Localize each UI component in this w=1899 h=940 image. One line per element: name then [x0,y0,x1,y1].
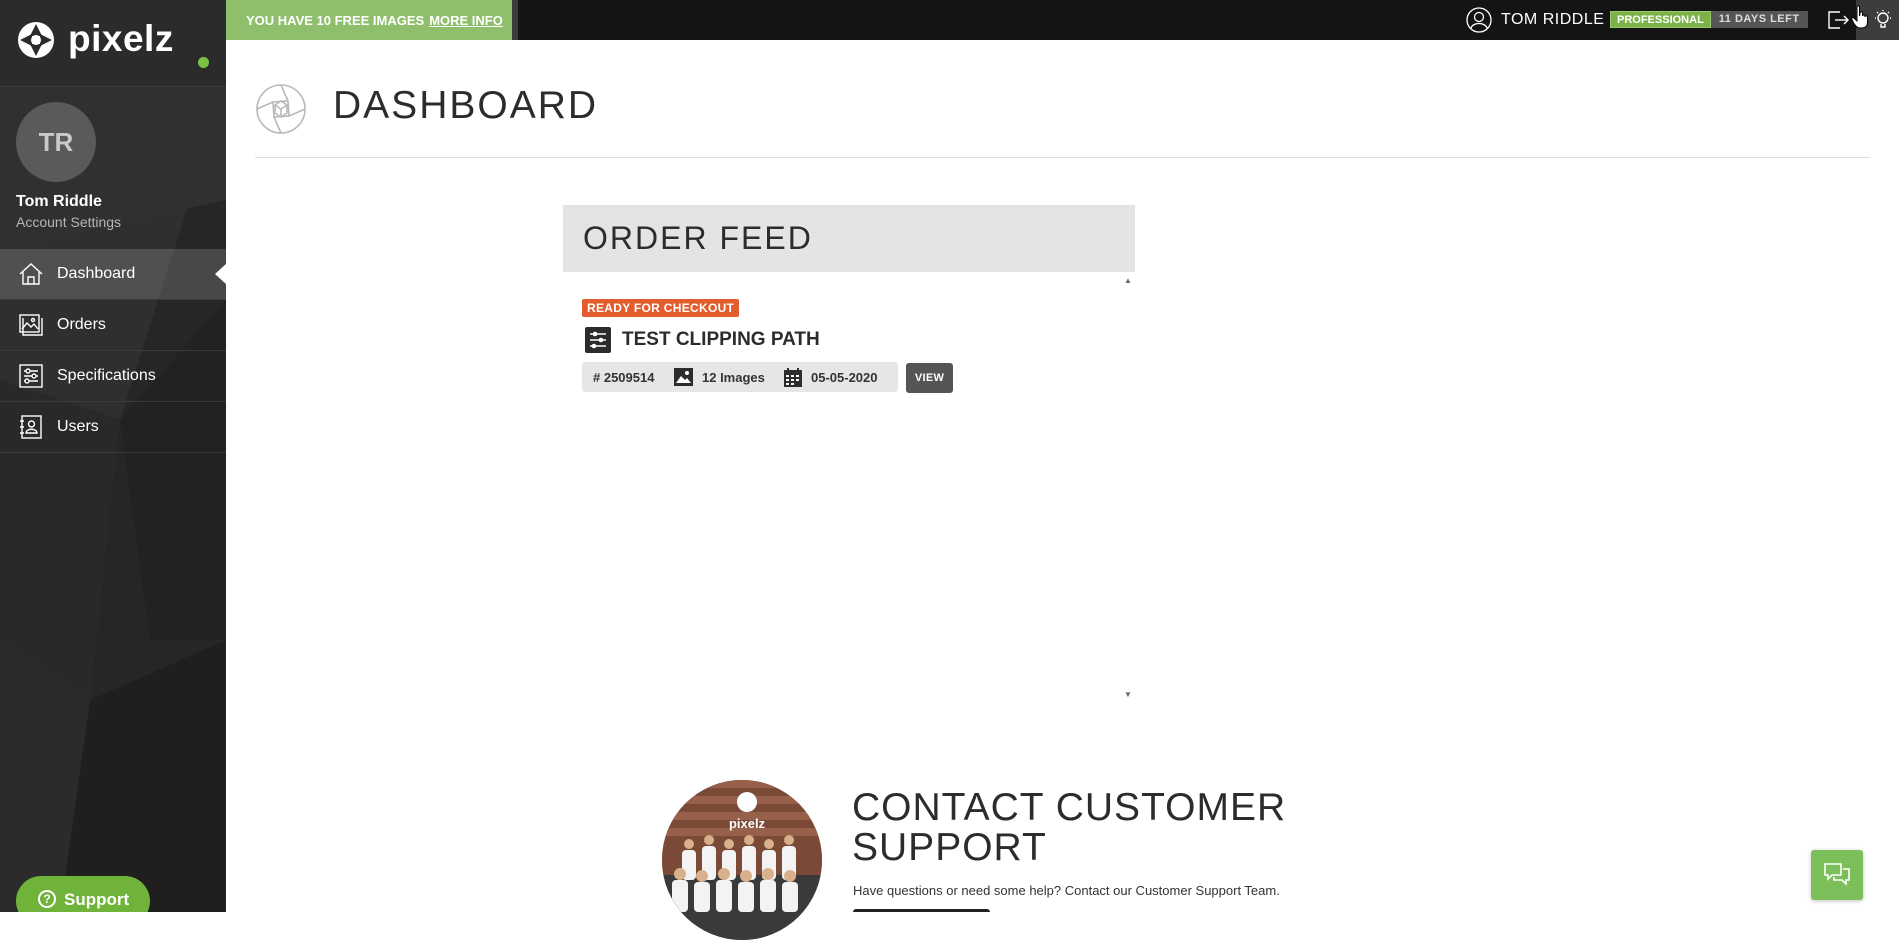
logout-icon[interactable] [1826,8,1850,37]
scroll-up-arrow-icon[interactable]: ▲ [1124,276,1132,285]
banner-divider [512,0,518,40]
header-divider [255,157,1870,158]
order-title[interactable]: TEST CLIPPING PATH [622,329,820,351]
calendar-icon [784,368,802,390]
sliders-icon [18,363,44,389]
sidebar-nav: Dashboard Orders Specifications Users [0,249,226,453]
dashboard-logo-icon [255,83,307,140]
live-chat-button[interactable] [1811,850,1863,900]
chat-bubbles-icon [1824,863,1850,886]
photo-sign-text: pixelz [729,816,766,831]
online-status-dot [198,57,209,68]
order-meta: # 2509514 12 Images 05-05-2020 [582,362,898,392]
support-team-photo: pixelz [662,780,822,940]
scroll-down-arrow-icon[interactable]: ▼ [1124,690,1132,699]
logo-bar: pixelz [0,0,226,87]
home-icon [18,261,44,287]
order-image-count: 12 Images [702,370,765,385]
contact-support-title: CONTACT CUSTOMER SUPPORT [852,786,1287,869]
user-icon[interactable] [1466,7,1492,38]
more-info-link[interactable]: MORE INFO [429,13,503,28]
order-feed-title: ORDER FEED [583,220,813,256]
sidebar: pixelz TR Tom Riddle Account Settings Da… [0,0,226,912]
sidebar-item-orders[interactable]: Orders [0,300,226,351]
images-icon [18,312,44,338]
sidebar-item-specifications[interactable]: Specifications [0,351,226,402]
top-bar: YOU HAVE 10 FREE IMAGES MORE INFO TOM RI… [226,0,1899,40]
contact-book-icon [18,414,44,440]
avatar[interactable]: TR [16,102,96,182]
account-settings-link[interactable]: Account Settings [16,214,121,230]
lightbulb-icon [1875,10,1891,28]
active-indicator [215,264,226,284]
sidebar-item-label: Dashboard [57,265,136,282]
hand-cursor-icon [1851,5,1869,34]
order-date: 05-05-2020 [811,370,878,385]
support-button[interactable]: ? Support [16,876,150,912]
sidebar-item-label: Specifications [57,367,156,384]
sidebar-item-users[interactable]: Users [0,402,226,453]
sidebar-item-label: Orders [57,316,106,333]
status-badge: READY FOR CHECKOUT [582,299,740,317]
promo-text: YOU HAVE 10 FREE IMAGES [246,12,425,28]
contact-support-description: Have questions or need some help? Contac… [853,883,1280,898]
topbar-user-name[interactable]: TOM RIDDLE [1501,11,1604,29]
pixelz-logo-icon[interactable] [16,20,56,65]
order-number: # 2509514 [593,370,655,385]
support-label: Support [64,890,130,909]
sidebar-item-label: Users [57,418,99,435]
free-images-banner: YOU HAVE 10 FREE IMAGES MORE INFO [226,0,512,40]
view-order-button[interactable]: VIEW [906,363,953,393]
page-title: DASHBOARD [333,84,599,127]
trial-days-left: 11 DAYS LEFT [1710,11,1808,28]
image-icon [674,368,693,389]
plan-name: PROFESSIONAL [1610,11,1711,28]
plan-badge: PROFESSIONAL 11 DAYS LEFT [1610,11,1808,28]
sidebar-item-dashboard[interactable]: Dashboard [0,249,226,300]
question-icon: ? [38,890,56,908]
order-feed-header: ORDER FEED [563,205,1135,272]
specification-icon [585,327,611,358]
sidebar-user-name: Tom Riddle [16,193,102,210]
brand-name[interactable]: pixelz [68,18,174,60]
